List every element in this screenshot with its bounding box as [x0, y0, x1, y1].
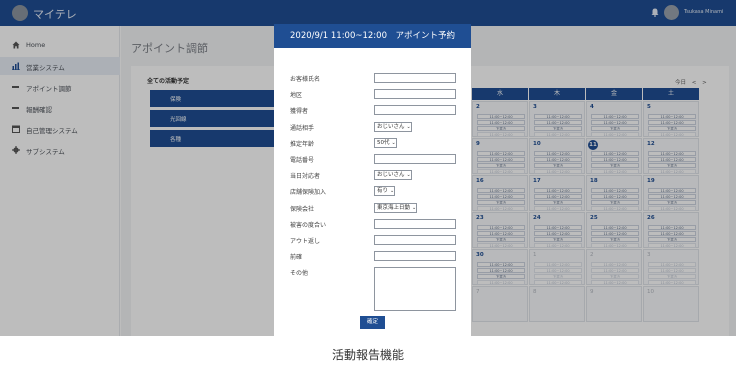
field-label: 地区 [290, 92, 303, 100]
select-value: 50代 [377, 139, 390, 146]
field-input[interactable] [374, 73, 456, 83]
chevron-down-icon: ⌄ [412, 204, 417, 211]
select-value: おじいさん [377, 123, 405, 130]
app-window: マイテレ Tsukasa Minami Home 営業システム アポイント調節 … [0, 0, 736, 336]
field-input[interactable] [374, 218, 456, 229]
field-label: アウト返し [290, 238, 321, 245]
confirm-button[interactable]: 確定 [360, 316, 385, 329]
field-label: 推定年齢 [290, 140, 315, 148]
field-select[interactable]: おじいさん ⌄ [374, 170, 412, 181]
field-label: 被害の度合い [290, 221, 327, 229]
field-input[interactable] [374, 105, 456, 116]
field-label: お客様氏名 [290, 76, 321, 83]
caption: 活動報告機能 [331, 348, 404, 362]
field-input[interactable] [374, 235, 456, 245]
chevron-down-icon: ⌄ [391, 139, 396, 146]
appointment-modal: 2020/9/1 11:00~12:00 アポイント予約 お客様氏名地区獲得者通… [274, 24, 471, 336]
select-value: 有り [377, 188, 389, 195]
field-select[interactable]: 東京海上日動 ⌄ [374, 202, 418, 213]
field-label: 通話相手 [290, 124, 315, 132]
modal-title: 2020/9/1 11:00~12:00 アポイント予約 [274, 24, 471, 48]
field-label: 前確 [290, 254, 303, 262]
chevron-down-icon: ⌄ [406, 172, 411, 179]
field-select[interactable]: 有り ⌄ [374, 186, 396, 197]
field-label: その他 [290, 270, 309, 278]
field-label: 電話番号 [290, 157, 315, 164]
chevron-down-icon: ⌄ [406, 123, 411, 130]
field-label: 店舗保険加入 [290, 189, 327, 197]
field-label: 獲得者 [290, 108, 309, 116]
field-select[interactable]: 50代 ⌄ [374, 137, 397, 148]
field-label: 当日対応者 [290, 173, 321, 181]
select-value: おじいさん [377, 172, 405, 179]
field-input[interactable] [374, 154, 456, 164]
field-label: 保険会社 [290, 205, 315, 213]
field-input[interactable] [374, 89, 456, 100]
field-textarea[interactable] [374, 267, 456, 312]
field-select[interactable]: おじいさん ⌄ [374, 121, 412, 132]
field-input[interactable] [374, 251, 456, 262]
chevron-down-icon: ⌄ [390, 188, 395, 195]
select-value: 東京海上日動 [377, 204, 411, 211]
